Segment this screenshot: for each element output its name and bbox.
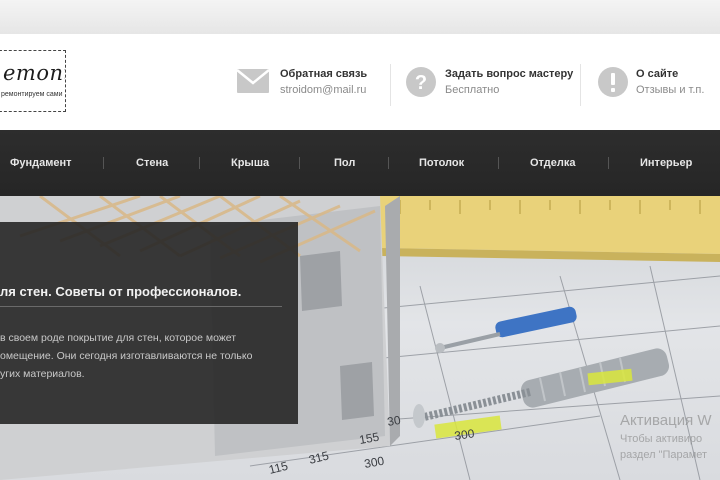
contact-ask-master[interactable]: ? Задать вопрос мастеру Бесплатно	[405, 66, 575, 106]
logo-word: emont	[3, 61, 66, 85]
header-divider	[390, 64, 391, 106]
nav-separator	[103, 157, 104, 169]
site-logo[interactable]: emont ремонтируем сами	[0, 50, 66, 112]
svg-text:?: ?	[415, 72, 427, 94]
activation-watermark-title: Активация W	[620, 412, 712, 429]
nav-item-floor[interactable]: Пол	[334, 130, 355, 196]
plan-label: 300	[453, 426, 475, 443]
question-icon: ?	[405, 66, 437, 103]
browser-top-strip	[0, 0, 720, 35]
nav-item-roof[interactable]: Крыша	[231, 130, 269, 196]
activation-watermark-line: раздел "Парамет	[620, 449, 708, 461]
article-text-line: в своем роде покрытие для стен, которое …	[0, 332, 237, 344]
contact-about-sub: Отзывы и т.п.	[636, 84, 705, 96]
plan-label: 300	[363, 454, 385, 471]
article-divider	[0, 306, 282, 307]
nav-item-finishing[interactable]: Отделка	[530, 130, 576, 196]
activation-watermark-line: Чтобы активиро	[620, 433, 703, 445]
article-text-line: омещение. Они сегодня изготавливаются не…	[0, 350, 253, 362]
article-title[interactable]: ля стен. Советы от профессионалов.	[0, 284, 241, 299]
site-header: emont ремонтируем сами Обратная связь st…	[0, 34, 720, 130]
contact-feedback-email[interactable]: stroidom@mail.ru	[280, 84, 366, 96]
logo-subtitle: ремонтируем сами	[1, 91, 63, 98]
nav-separator	[388, 157, 389, 169]
plan-label: 115	[267, 459, 289, 477]
envelope-icon	[236, 66, 270, 101]
article-teaser[interactable]: ля стен. Советы от профессионалов. в сво…	[0, 222, 298, 424]
plan-label: 30	[386, 413, 402, 429]
main-nav: Фундамент Стена Крыша Пол Потолок Отделк…	[0, 130, 720, 196]
contact-ask-title: Задать вопрос мастеру	[445, 68, 574, 80]
nav-separator	[299, 157, 300, 169]
contact-feedback-title: Обратная связь	[280, 68, 368, 80]
nav-item-foundation[interactable]: Фундамент	[10, 130, 72, 196]
contact-about[interactable]: О сайте Отзывы и т.п.	[597, 66, 717, 106]
header-divider	[580, 64, 581, 106]
nav-separator	[498, 157, 499, 169]
nav-item-wall[interactable]: Стена	[136, 130, 168, 196]
nav-item-ceiling[interactable]: Потолок	[419, 130, 464, 196]
contact-feedback[interactable]: Обратная связь stroidom@mail.ru	[236, 66, 376, 106]
info-icon	[597, 66, 629, 103]
hero-banner[interactable]: 300 155 115 315 30 300 ля стен. Советы о…	[0, 196, 720, 480]
nav-separator	[199, 157, 200, 169]
article-text-line: угих материалов.	[0, 368, 85, 380]
nav-item-interior[interactable]: Интерьер	[640, 130, 692, 196]
contact-about-title: О сайте	[636, 68, 679, 80]
nav-separator	[608, 157, 609, 169]
contact-ask-sub: Бесплатно	[445, 84, 500, 96]
